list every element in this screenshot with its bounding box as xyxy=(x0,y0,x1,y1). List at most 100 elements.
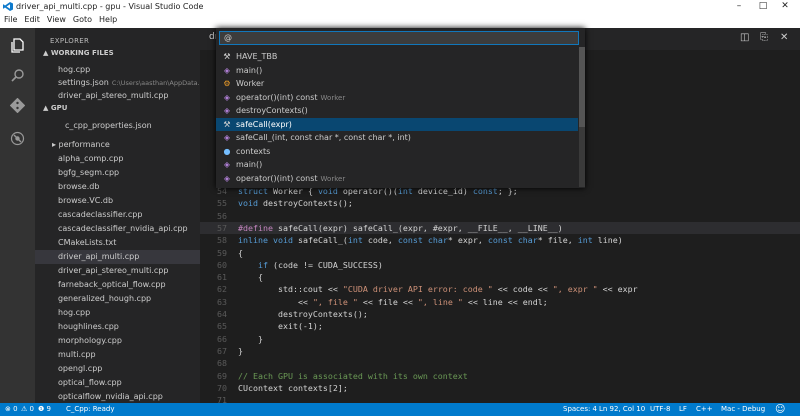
working-file-item[interactable]: settings.json C:\Users\aasthan\AppData... xyxy=(35,76,200,90)
wrench-icon: ⚒ xyxy=(223,52,231,61)
config-status[interactable]: Mac - Debug xyxy=(721,403,765,416)
symbol-container: Worker xyxy=(320,174,346,183)
working-files-header[interactable]: ▲ WORKING FILES xyxy=(35,47,200,60)
gpu-folder-header[interactable]: ▲ GPU xyxy=(35,102,200,115)
menu-edit[interactable]: Edit xyxy=(24,15,40,24)
line-code: } xyxy=(238,345,243,356)
quick-open-input[interactable]: @ xyxy=(219,31,579,45)
encoding-status[interactable]: UTF-8 xyxy=(650,403,670,416)
symbol-name: safeCall(expr) xyxy=(236,119,292,129)
status-bar: ⊗ 0 ⚠ 0 ❶ 9 C_Cpp: Ready Spaces: 4 Ln 92… xyxy=(0,403,800,416)
working-file-item[interactable]: hog.cpp xyxy=(35,63,200,77)
symbol-item[interactable]: ◈ operator()(int) const Worker xyxy=(216,91,578,104)
file-tree-item[interactable]: bgfg_segm.cpp xyxy=(35,166,200,180)
title-bar: driver_api_multi.cpp - gpu - Visual Stud… xyxy=(0,0,800,13)
file-tree-item[interactable]: CMakeLists.txt xyxy=(35,236,200,250)
symbol-item[interactable]: ◈ main() xyxy=(216,158,578,171)
file-tree-item[interactable]: driver_api_multi.cpp xyxy=(35,250,200,264)
code-line: 57 #define safeCall(expr) safeCall_(expr,… xyxy=(200,221,800,234)
file-tree-item[interactable]: alpha_comp.cpp xyxy=(35,152,200,166)
file-tree-item[interactable]: driver_api_stereo_multi.cpp xyxy=(35,264,200,278)
file-tree-item[interactable]: hog.cpp xyxy=(35,306,200,320)
file-tree-item[interactable]: ▸ performance xyxy=(35,138,200,152)
line-code: void destroyContexts(); xyxy=(238,198,353,209)
cursor-position[interactable]: Ln 92, Col 10 xyxy=(599,403,645,416)
feedback-smiley-icon[interactable]: ☺ xyxy=(775,403,785,416)
file-tree-item[interactable]: browse.db xyxy=(35,180,200,194)
close-tab-icon[interactable]: ✕ xyxy=(780,32,788,43)
symbol-item[interactable]: ◈ main() xyxy=(216,64,578,77)
eol-status[interactable]: LF xyxy=(679,403,687,416)
quick-open-scrollbar[interactable] xyxy=(579,47,585,187)
file-tree-item[interactable]: opticalflow_nvidia_api.cpp xyxy=(35,390,200,403)
code-line: 61 { xyxy=(200,271,800,283)
code-line: 56 xyxy=(200,210,800,222)
file-tree-item[interactable]: houghlines.cpp xyxy=(35,320,200,334)
symbol-item[interactable]: ⚒ HAVE_TBB xyxy=(216,50,578,63)
file-tree-item[interactable]: cascadeclassifier.cpp xyxy=(35,208,200,222)
symbol-item[interactable]: ⚙ Worker xyxy=(216,77,578,90)
debug-icon[interactable] xyxy=(10,131,25,146)
line-number: 71 xyxy=(217,395,227,403)
file-tree-item[interactable]: morphology.cpp xyxy=(35,334,200,348)
menu-file[interactable]: File xyxy=(4,15,17,24)
symbol-item[interactable]: ◈ safeCall_(int, const char *, const char… xyxy=(216,131,578,144)
symbol-item[interactable]: ⚒ safeCall(expr) xyxy=(216,117,578,131)
split-editor-icon[interactable]: ◫ xyxy=(740,32,749,43)
language-mode[interactable]: C++ xyxy=(696,403,713,416)
errors-count[interactable]: ⊗ 0 xyxy=(5,403,18,416)
line-number: 59 xyxy=(217,247,227,258)
method-icon: ◈ xyxy=(223,133,231,142)
warnings-count[interactable]: ⚠ 0 xyxy=(21,403,34,416)
search-icon[interactable] xyxy=(10,68,25,83)
menu-goto[interactable]: Goto xyxy=(73,15,92,24)
working-file-name: settings.json xyxy=(58,78,109,87)
menu-help[interactable]: Help xyxy=(99,15,117,24)
line-number: 63 xyxy=(217,296,227,307)
code-line: 64 destroyContexts(); xyxy=(200,308,800,320)
close-button[interactable]: ✕ xyxy=(779,0,791,13)
symbol-name: operator()(int) const xyxy=(236,173,318,183)
line-number: 66 xyxy=(217,333,227,344)
sidebar-title: EXPLORER xyxy=(50,37,90,45)
editor-minimap[interactable] xyxy=(765,50,800,403)
line-number: 65 xyxy=(217,321,227,332)
file-tree-item[interactable]: farneback_optical_flow.cpp xyxy=(35,278,200,292)
git-icon[interactable] xyxy=(9,97,26,114)
menu-view[interactable]: View xyxy=(47,15,66,24)
symbol-quick-open: @ ⚒ HAVE_TBB ◈ main() ⚙ Worker ◈ operator()(int… xyxy=(216,28,585,188)
symbol-label: HAVE_TBB xyxy=(236,50,280,64)
symbol-item[interactable]: ● contexts xyxy=(216,145,578,158)
symbol-item[interactable]: ◈ destroyContexts() xyxy=(216,104,578,117)
file-tree-item[interactable]: browse.VC.db xyxy=(35,194,200,208)
line-number: 69 xyxy=(217,370,227,381)
line-number: 56 xyxy=(217,210,227,221)
file-tree-item[interactable]: cascadeclassifier_nvidia_api.cpp xyxy=(35,222,200,236)
symbol-name: operator()(int) const xyxy=(236,92,318,102)
info-count[interactable]: ❶ 9 xyxy=(38,403,51,416)
file-tree-item[interactable]: optical_flow.cpp xyxy=(35,376,200,390)
vscode-window: driver_api_multi.cpp - gpu - Visual Stud… xyxy=(0,0,800,416)
indentation-status[interactable]: Spaces: 4 xyxy=(563,403,597,416)
maximize-button[interactable]: □ xyxy=(757,0,769,13)
line-code: { xyxy=(238,272,263,283)
working-file-item[interactable]: driver_api_stereo_multi.cpp xyxy=(35,89,200,103)
file-tree-item[interactable]: opengl.cpp xyxy=(35,362,200,376)
class-icon: ⚙ xyxy=(223,79,231,88)
line-code: { xyxy=(238,247,243,258)
file-tree-item[interactable]: c_cpp_properties.json xyxy=(35,119,200,133)
file-tree-item[interactable]: generalized_hough.cpp xyxy=(35,292,200,306)
symbol-item[interactable]: ◈ operator()(int) const Worker xyxy=(216,172,578,185)
code-line: 69 // Each GPU is associated with its own… xyxy=(200,370,800,382)
minimize-button[interactable]: – xyxy=(733,0,745,13)
line-number: 60 xyxy=(217,259,227,270)
menu-bar: File Edit View Goto Help xyxy=(0,13,800,28)
explorer-icon[interactable] xyxy=(10,38,25,53)
open-changes-icon[interactable]: ⎘ xyxy=(760,32,768,43)
line-number: 55 xyxy=(217,198,227,209)
scrollbar-thumb[interactable] xyxy=(579,47,585,127)
file-tree-item[interactable]: multi.cpp xyxy=(35,348,200,362)
working-file-path: C:\Users\aasthan\AppData... xyxy=(111,79,200,87)
symbol-label: destroyContexts() xyxy=(236,104,311,118)
cpp-status[interactable]: C_Cpp: Ready xyxy=(66,403,114,416)
